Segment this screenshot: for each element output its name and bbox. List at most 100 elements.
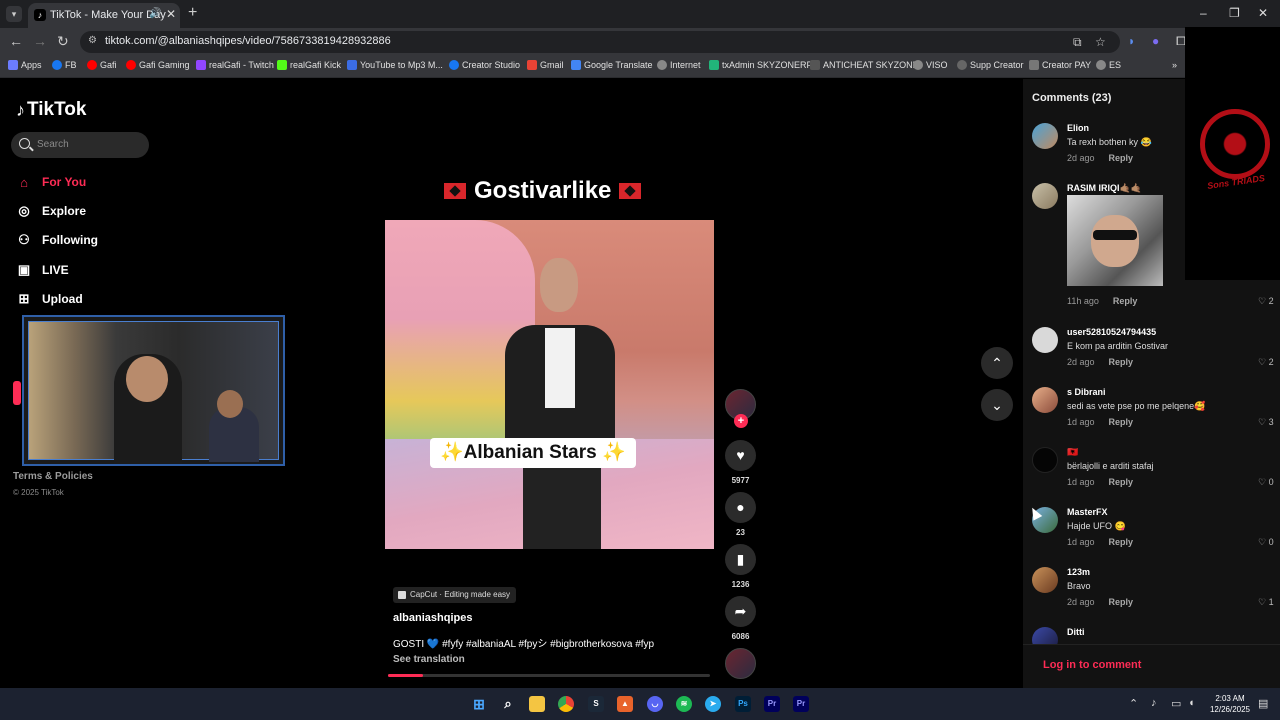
comment-author[interactable]: s Dibrani <box>1067 387 1106 397</box>
vlc-icon[interactable]: ▲ <box>617 696 633 712</box>
spotify-icon[interactable]: ≋ <box>676 696 692 712</box>
chrome-icon[interactable] <box>558 696 574 712</box>
maximize-icon[interactable]: ❐ <box>1229 6 1240 20</box>
browser-tab-active[interactable]: ♪ TikTok - Make Your Day 🔊 ✕ <box>28 3 180 28</box>
nav-live[interactable]: ▣ LIVE <box>16 262 69 278</box>
reply-button[interactable]: Reply <box>1109 357 1134 367</box>
network-icon[interactable]: ▭ <box>1171 697 1181 710</box>
login-to-comment-link[interactable]: Log in to comment <box>1043 659 1141 671</box>
nav-upload[interactable]: ⊞ Upload <box>16 291 83 307</box>
speaker-icon[interactable]: 🔊 <box>149 8 161 19</box>
photoshop-icon[interactable]: Ps <box>735 696 751 712</box>
notification-icon[interactable]: ▤ <box>1258 697 1268 710</box>
bookmark-gmail[interactable]: Gmail <box>527 60 564 70</box>
avatar[interactable] <box>1032 183 1058 209</box>
reply-button[interactable]: Reply <box>1109 537 1134 547</box>
site-info-icon[interactable]: ⚙ <box>88 35 97 46</box>
bookmark-supp-creator[interactable]: Supp Creator <box>957 60 1024 70</box>
avatar[interactable] <box>1032 567 1058 593</box>
bookmark-star-icon[interactable]: ☆ <box>1095 35 1106 49</box>
comment-icon[interactable]: ● <box>725 492 756 523</box>
bookmark-anticheat[interactable]: ANTICHEAT SKYZONE <box>810 60 919 70</box>
tab-search-icon[interactable]: ▾ <box>6 6 22 22</box>
bookmark-creator-studio[interactable]: Creator Studio <box>449 60 520 70</box>
follow-plus-icon[interactable]: + <box>734 414 748 428</box>
comment-author[interactable]: 123m <box>1067 567 1090 577</box>
back-icon[interactable]: ← <box>9 33 23 49</box>
address-bar[interactable]: ⚙ tiktok.com/@albaniashqipes/video/75867… <box>80 31 1120 53</box>
close-window-icon[interactable]: ✕ <box>1258 6 1268 20</box>
nav-explore[interactable]: ◎ Explore <box>16 203 86 219</box>
bookmarks-overflow-icon[interactable]: » <box>1172 60 1177 70</box>
close-tab-icon[interactable]: ✕ <box>166 7 176 21</box>
reply-button[interactable]: Reply <box>1113 296 1138 306</box>
bookmark-es[interactable]: ES <box>1096 60 1121 70</box>
comment-author[interactable]: user52810524794435 <box>1067 327 1156 337</box>
comment-like[interactable]: ♡ 1 <box>1258 597 1274 608</box>
bookmark-icon[interactable]: ▮ <box>725 544 756 575</box>
search-input[interactable]: Search <box>11 132 149 158</box>
bookmark-gafi[interactable]: Gafi <box>87 60 117 70</box>
bookmark-creator-pay[interactable]: Creator PAY <box>1029 60 1091 70</box>
new-tab-icon[interactable]: + <box>188 4 197 22</box>
reload-icon[interactable]: ↻ <box>57 33 69 50</box>
reply-button[interactable]: Reply <box>1109 477 1134 487</box>
comment-like[interactable]: ♡ 3 <box>1258 417 1274 428</box>
reply-button[interactable]: Reply <box>1109 153 1134 163</box>
comment-image[interactable] <box>1067 195 1163 286</box>
comment-author[interactable]: Elion <box>1067 123 1089 133</box>
system-clock[interactable]: 2:03 AM 12/26/2025 <box>1206 693 1254 715</box>
avatar[interactable] <box>1032 447 1058 473</box>
sound-disc-icon[interactable] <box>725 648 756 679</box>
comment-like[interactable]: ♡ 0 <box>1258 477 1274 488</box>
telegram-icon[interactable]: ➤ <box>705 696 721 712</box>
reply-button[interactable]: Reply <box>1109 417 1134 427</box>
volume-icon[interactable]: ◖ <box>1188 697 1195 709</box>
comment-author[interactable]: RASIM IRIQI🤙🏽🤙🏽 <box>1067 183 1142 194</box>
see-translation-link[interactable]: See translation <box>393 654 465 665</box>
tiktok-logo[interactable]: ♪ TikTok <box>16 99 86 121</box>
login-button-partial[interactable] <box>13 381 21 405</box>
forward-icon[interactable]: → <box>33 33 47 49</box>
file-explorer-icon[interactable] <box>529 696 545 712</box>
comment-like[interactable]: ♡ 0 <box>1258 537 1274 548</box>
bookmark-internet[interactable]: Internet <box>657 60 701 70</box>
avatar[interactable] <box>1032 123 1058 149</box>
install-app-icon[interactable]: ⧉ <box>1073 35 1082 50</box>
bookmark-apps[interactable]: Apps <box>8 60 42 70</box>
share-icon[interactable]: ➦ <box>725 596 756 627</box>
bookmark-google-translate[interactable]: Google Translate <box>571 60 653 70</box>
comment-like[interactable]: ♡ 2 <box>1258 357 1274 368</box>
nav-following[interactable]: ⚇ Following <box>16 232 98 248</box>
bookmark-twitch[interactable]: realGafi - Twitch <box>196 60 274 70</box>
like-icon[interactable]: ♥ <box>725 440 756 471</box>
tray-overflow-icon[interactable]: ⌃ <box>1129 697 1138 710</box>
minimize-icon[interactable]: – <box>1200 6 1207 20</box>
comment-author[interactable]: Ditti <box>1067 627 1085 637</box>
windows-start-icon[interactable]: ⊞ <box>471 696 487 712</box>
bookmark-gafi-gaming[interactable]: Gafi Gaming <box>126 60 190 70</box>
bookmark-viso[interactable]: VISO <box>913 60 948 70</box>
comment-author[interactable]: 🇦🇱 <box>1067 447 1078 458</box>
comment-author[interactable]: MasterFX <box>1067 507 1108 517</box>
discord-icon[interactable]: ◡ <box>647 696 663 712</box>
search-icon[interactable]: ⌕ <box>500 696 516 712</box>
premiere-icon[interactable]: Pr <box>793 696 809 712</box>
bookmark-youtube-mp3[interactable]: YouTube to Mp3 M... <box>347 60 443 70</box>
profile-icon[interactable]: ● <box>1152 34 1159 48</box>
video-progress-bar[interactable] <box>388 674 710 677</box>
previous-video-icon[interactable]: ⌃ <box>981 347 1013 379</box>
avatar[interactable] <box>1032 387 1058 413</box>
steam-icon[interactable]: S <box>588 696 604 712</box>
terms-link[interactable]: Terms & Policies <box>13 471 93 482</box>
reply-button[interactable]: Reply <box>1109 597 1134 607</box>
nav-for-you[interactable]: ⌂ For You <box>16 174 86 190</box>
comment-like[interactable]: ♡ 2 <box>1258 296 1274 307</box>
extension-icon[interactable]: ◗ <box>1128 34 1135 48</box>
next-video-icon[interactable]: ⌄ <box>981 389 1013 421</box>
video-author[interactable]: albaniashqipes <box>393 612 472 624</box>
bookmark-txadmin[interactable]: txAdmin SKYZONERP <box>709 60 813 70</box>
bookmark-kick[interactable]: realGafi Kick <box>277 60 341 70</box>
video-player[interactable]: ✨Albanian Stars ✨ <box>385 220 714 549</box>
premiere-icon[interactable]: Pr <box>764 696 780 712</box>
